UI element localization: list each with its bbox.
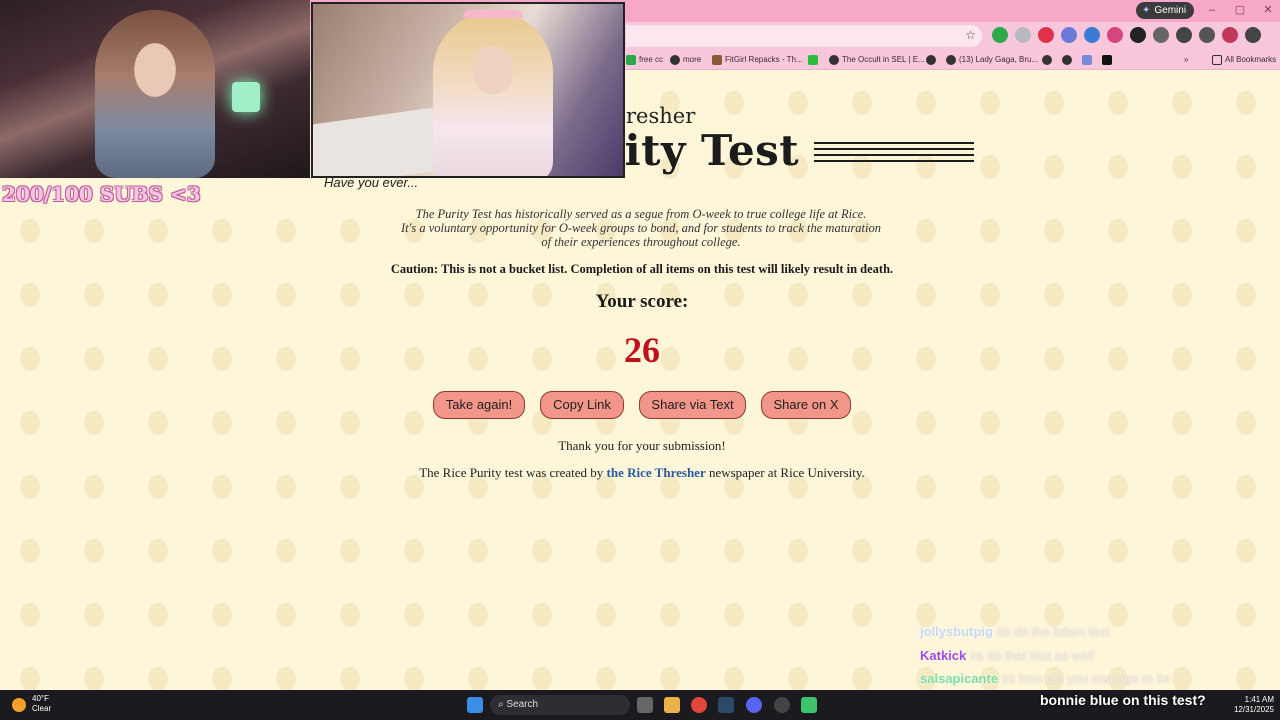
search-box[interactable]: ⌕ Search — [490, 695, 630, 715]
score-label: Your score: — [595, 291, 689, 312]
caution-text: Caution: This is not a bucket list. Comp… — [390, 262, 894, 276]
all-bookmarks-button[interactable]: All Bookmarks — [1212, 53, 1276, 67]
puzzle-icon[interactable] — [1176, 27, 1192, 43]
chat-message: salsapicante its how did you manage to ti… — [920, 671, 1171, 686]
file-explorer-icon[interactable] — [664, 697, 680, 713]
maximize-icon[interactable]: ▢ — [1226, 2, 1254, 19]
discord-icon[interactable] — [746, 697, 762, 713]
bookmark-item[interactable] — [1062, 53, 1072, 67]
sidepanel-icon[interactable] — [1199, 27, 1215, 43]
site-header: resher — [626, 104, 696, 128]
globe-icon — [926, 55, 936, 65]
address-bar[interactable]: ☆ — [626, 25, 982, 47]
credit-text: The Rice Purity test was created by the … — [419, 465, 865, 480]
globe-icon — [829, 55, 839, 65]
gemini-button[interactable]: ✦ Gemini — [1136, 2, 1195, 19]
page-title: rity Test — [602, 126, 800, 175]
bookmark-item[interactable]: free cc — [626, 53, 663, 67]
bookmark-favicon — [1082, 55, 1092, 65]
globe-icon — [946, 55, 956, 65]
streamer-silhouette — [95, 10, 215, 178]
more-bookmarks-button[interactable]: » — [1184, 53, 1188, 67]
thresher-link[interactable]: the Rice Thresher — [607, 465, 706, 480]
bookmark-item[interactable] — [1082, 53, 1092, 67]
extension-icon[interactable] — [992, 27, 1008, 43]
task-view-icon[interactable] — [637, 697, 653, 713]
app-icon[interactable] — [801, 697, 817, 713]
webcam-1 — [0, 0, 310, 178]
score-value: 26 — [624, 330, 660, 370]
globe-icon — [1042, 55, 1052, 65]
bookmark-item[interactable] — [1042, 53, 1052, 67]
bookmark-favicon — [712, 55, 722, 65]
profile-icon[interactable] — [1222, 27, 1238, 43]
menu-icon[interactable] — [1245, 27, 1261, 43]
weather-widget[interactable]: 40°F Clear — [12, 694, 51, 714]
desk-shape — [313, 107, 433, 176]
bookmark-favicon — [808, 55, 818, 65]
chat-message: Katkick its do that test as well — [920, 648, 1095, 663]
chat-popup: bonnie blue on this test? — [1040, 692, 1206, 708]
lamp-icon — [232, 82, 260, 112]
globe-icon — [1062, 55, 1072, 65]
bookmark-item[interactable]: (13) Lady Gaga, Bru... — [946, 53, 1038, 67]
gemini-icon: ✦ — [1142, 5, 1151, 16]
extension-icon[interactable] — [1130, 27, 1146, 43]
subs-goal: 200/100 SUBS <3 — [2, 182, 201, 206]
extension-icon[interactable] — [1015, 27, 1031, 43]
app-icon[interactable] — [774, 697, 790, 713]
globe-icon — [670, 55, 680, 65]
intro-text: The Purity Test has historically served … — [401, 207, 881, 249]
start-icon[interactable] — [467, 697, 483, 713]
headphones-icon — [463, 10, 523, 24]
bookmark-favicon — [1102, 55, 1112, 65]
extension-icon[interactable] — [1153, 27, 1169, 43]
bookmark-item[interactable] — [926, 53, 936, 67]
steam-icon[interactable] — [718, 697, 734, 713]
copy-link-button[interactable]: Copy Link — [540, 391, 624, 419]
bookmark-item[interactable]: The Occult in SEL | E... — [829, 53, 925, 67]
share-text-button[interactable]: Share via Text — [639, 391, 746, 419]
webcam-2 — [311, 2, 625, 178]
clock[interactable]: 1:41 AM 12/31/2025 — [1200, 695, 1274, 715]
share-x-button[interactable]: Share on X — [761, 391, 851, 419]
extension-icon[interactable] — [1061, 27, 1077, 43]
bookmark-favicon — [626, 55, 636, 65]
bookmark-item[interactable] — [1102, 53, 1112, 67]
extension-icon[interactable] — [1107, 27, 1123, 43]
gemini-label: Gemini — [1154, 5, 1187, 16]
streamer-silhouette — [433, 12, 553, 176]
thanks-text: Thank you for your submission! — [558, 438, 726, 453]
chrome-icon[interactable] — [691, 697, 707, 713]
close-icon[interactable]: ✕ — [1254, 2, 1280, 19]
weather-icon — [12, 698, 26, 712]
bookmark-star-icon[interactable]: ☆ — [965, 28, 976, 42]
bookmark-item[interactable] — [808, 53, 818, 67]
extension-icon[interactable] — [1038, 27, 1054, 43]
bookmark-item[interactable]: more — [670, 53, 701, 67]
folder-icon — [1212, 55, 1222, 65]
chat-message: jollysbutpig its do the bdsm test — [920, 624, 1110, 639]
take-again-button[interactable]: Take again! — [433, 391, 525, 419]
extensions-bar — [992, 27, 1261, 45]
minimize-icon[interactable]: – — [1198, 2, 1226, 19]
extension-icon[interactable] — [1084, 27, 1100, 43]
title-rules — [814, 142, 974, 166]
bookmark-item[interactable]: FitGirl Repacks - Th... — [712, 53, 803, 67]
